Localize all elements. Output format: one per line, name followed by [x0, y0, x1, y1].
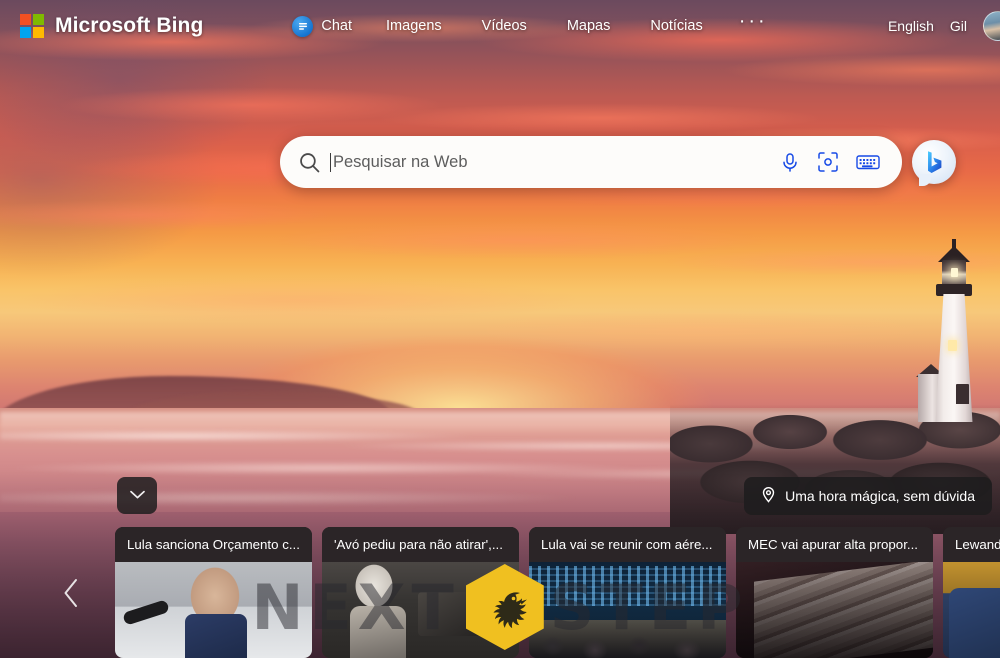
search-input[interactable]: Pesquisar na Web: [330, 152, 780, 172]
news-card[interactable]: Lula sanciona Orçamento c...: [115, 527, 312, 658]
news-card-title: 'Avó pediu para não atirar',...: [322, 527, 519, 562]
lighthouse-window: [948, 340, 957, 351]
microphone-icon[interactable]: [780, 152, 800, 173]
text-caret: [330, 152, 331, 172]
news-card-title: Lula vai se reunir com aére...: [529, 527, 726, 562]
nav-item-videos[interactable]: Vídeos: [462, 11, 547, 41]
search-icon: [297, 150, 322, 175]
nav-item-imagens[interactable]: Imagens: [366, 11, 462, 41]
nav-item-chat-label: Chat: [321, 18, 353, 34]
keyboard-icon[interactable]: [856, 153, 880, 171]
news-card[interactable]: Lula vai se reunir com aére...: [529, 527, 726, 658]
news-card[interactable]: 'Avó pediu para não atirar',...: [322, 527, 519, 658]
search-row: Pesquisar na Web: [280, 136, 956, 188]
expand-background-info-button[interactable]: [117, 477, 157, 514]
search-box[interactable]: Pesquisar na Web: [280, 136, 902, 188]
chevron-left-icon: [62, 577, 80, 614]
lighthouse-beacon-light: [951, 268, 958, 277]
nav-item-mapas[interactable]: Mapas: [547, 11, 631, 41]
language-selector[interactable]: English: [888, 18, 934, 34]
news-card-image: [529, 562, 726, 658]
news-card-image: [943, 562, 1000, 658]
news-card-title: Lewando...: [943, 527, 1000, 562]
background-caption-chip[interactable]: Uma hora mágica, sem dúvida: [744, 477, 992, 515]
avatar[interactable]: [983, 11, 1000, 41]
news-carousel: Lula sanciona Orçamento c... 'Avó pediu …: [115, 527, 1000, 658]
news-card-image: [322, 562, 519, 658]
carousel-prev-button[interactable]: [56, 575, 86, 615]
lighthouse: [916, 232, 994, 422]
ellipsis-icon[interactable]: ···: [723, 10, 784, 42]
brand-title: Microsoft Bing: [55, 14, 204, 37]
news-card-image: [115, 562, 312, 658]
account-name[interactable]: Gil: [950, 18, 967, 34]
visual-search-camera-icon[interactable]: [817, 151, 839, 173]
news-card[interactable]: Lewando...: [943, 527, 1000, 658]
bing-home-link[interactable]: Microsoft Bing: [20, 14, 203, 38]
chat-bubble-icon: [292, 15, 314, 37]
bing-chat-icon[interactable]: [912, 140, 956, 186]
nav-item-noticias[interactable]: Notícias: [630, 11, 722, 41]
news-card-title: Lula sanciona Orçamento c...: [115, 527, 312, 562]
search-placeholder: Pesquisar na Web: [333, 152, 468, 171]
location-pin-icon: [761, 486, 776, 506]
nav-item-chat[interactable]: Chat: [278, 10, 366, 43]
microsoft-logo-icon: [20, 14, 44, 38]
nav-links: Chat Imagens Vídeos Mapas Notícias ···: [278, 10, 783, 43]
chevron-down-icon: [129, 487, 146, 505]
news-card[interactable]: MEC vai apurar alta propor...: [736, 527, 933, 658]
top-navigation-bar: Microsoft Bing Chat Imagens Vídeos Mapas…: [0, 0, 1000, 52]
background-caption-text: Uma hora mágica, sem dúvida: [785, 488, 975, 504]
search-action-icons: [780, 151, 880, 173]
nav-right-group: English Gil: [888, 11, 1000, 41]
lighthouse-tower: [935, 294, 973, 422]
news-card-title: MEC vai apurar alta propor...: [736, 527, 933, 562]
news-card-image: [736, 562, 933, 658]
lighthouse-door: [956, 384, 969, 404]
